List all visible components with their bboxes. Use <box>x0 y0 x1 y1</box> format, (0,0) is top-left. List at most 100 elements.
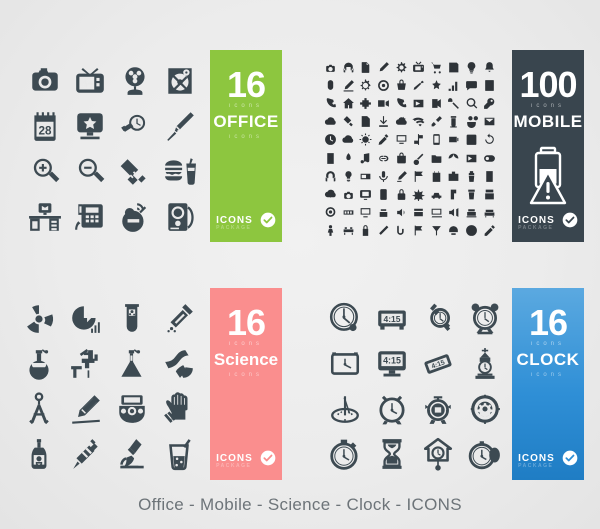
wristwatch-icon[interactable] <box>118 109 152 143</box>
gas-mask-icon[interactable] <box>115 392 149 426</box>
bag-icon[interactable] <box>395 152 408 165</box>
television-icon[interactable] <box>73 64 107 98</box>
photo-frame-icon[interactable] <box>412 97 425 110</box>
calculator-icon[interactable] <box>483 79 496 92</box>
shopping-cart-icon[interactable] <box>430 61 443 74</box>
phone-call-icon[interactable] <box>324 97 337 110</box>
bell-icon[interactable] <box>483 61 496 74</box>
tools-icon[interactable] <box>430 115 443 128</box>
leaf-icon[interactable] <box>447 152 460 165</box>
clipboard-icon[interactable] <box>430 170 443 183</box>
target-icon[interactable] <box>377 79 390 92</box>
link-icon[interactable] <box>377 152 390 165</box>
tablet-icon[interactable] <box>359 188 372 201</box>
wand-icon[interactable] <box>483 224 496 237</box>
lamp-icon[interactable] <box>342 170 355 183</box>
photo-icon[interactable] <box>465 152 478 165</box>
screen-icon[interactable] <box>395 133 408 146</box>
remote-icon[interactable] <box>377 188 390 201</box>
hourglass-icon[interactable] <box>375 437 409 471</box>
tilted-digital-clock-icon[interactable]: 4:15 <box>421 347 455 381</box>
flag-icon[interactable] <box>412 170 425 183</box>
cocktail-icon[interactable] <box>430 224 443 237</box>
compass-icon[interactable] <box>465 224 478 237</box>
marker-icon[interactable] <box>395 170 408 183</box>
safety-glove-icon[interactable] <box>162 391 196 426</box>
ruler-icon[interactable] <box>377 224 390 237</box>
burger-drink-icon[interactable] <box>163 155 197 189</box>
keyboard-icon[interactable] <box>342 206 355 219</box>
round-flask-icon[interactable] <box>22 347 56 381</box>
phone-icon[interactable] <box>395 97 408 110</box>
alarm-clock-icon[interactable] <box>375 392 409 426</box>
dna-magnet-icon[interactable] <box>162 347 196 381</box>
microscope-icon[interactable] <box>115 437 149 471</box>
cuckoo-clock-icon[interactable] <box>421 437 455 471</box>
megaphone-icon[interactable] <box>447 206 460 219</box>
refresh-icon[interactable] <box>483 133 496 146</box>
car-icon[interactable] <box>430 188 443 201</box>
office-desk-icon[interactable] <box>28 200 62 234</box>
erlenmeyer-flask-icon[interactable] <box>115 347 149 381</box>
stopwatch-icon[interactable] <box>328 437 362 471</box>
zoom-in-icon[interactable] <box>28 155 62 189</box>
music-note-icon[interactable] <box>359 152 372 165</box>
dropper-icon[interactable] <box>162 302 196 336</box>
chat-icon[interactable] <box>465 79 478 92</box>
book-icon[interactable] <box>359 115 372 128</box>
puzzle-icon[interactable] <box>359 97 372 110</box>
microphone-icon[interactable] <box>377 170 390 183</box>
flag2-icon[interactable] <box>412 224 425 237</box>
plant-icon[interactable] <box>342 152 355 165</box>
hand-icon[interactable] <box>447 97 460 110</box>
signpost-icon[interactable] <box>412 133 425 146</box>
laptop-icon[interactable] <box>359 206 372 219</box>
headset-icon[interactable] <box>324 170 337 183</box>
usb-icon[interactable] <box>342 115 355 128</box>
sd-card-icon[interactable] <box>483 170 496 183</box>
person-icon[interactable] <box>324 224 337 237</box>
sofa-icon[interactable] <box>465 206 478 219</box>
document-icon[interactable] <box>359 61 372 74</box>
brush-icon[interactable] <box>412 79 425 92</box>
battery2-icon[interactable] <box>483 188 496 201</box>
card-icon[interactable] <box>359 170 372 183</box>
photo-camera-icon[interactable] <box>28 64 62 98</box>
syringe-icon[interactable] <box>377 133 390 146</box>
speaker2-icon[interactable] <box>395 206 408 219</box>
pen-icon[interactable] <box>377 61 390 74</box>
printer-icon[interactable] <box>377 206 390 219</box>
video-icon[interactable] <box>377 97 390 110</box>
cog-icon[interactable] <box>359 79 372 92</box>
sundial-icon[interactable] <box>328 392 362 426</box>
image-icon[interactable] <box>430 206 443 219</box>
calendar-icon[interactable] <box>465 133 478 146</box>
test-tube-icon[interactable] <box>115 302 149 336</box>
pocket-watch-icon[interactable] <box>468 437 502 471</box>
monitor-star-icon[interactable] <box>73 109 107 143</box>
battery-icon[interactable] <box>447 133 460 146</box>
wristwatch-icon[interactable] <box>421 302 455 336</box>
radiation-icon[interactable] <box>22 302 56 336</box>
guitar-icon[interactable] <box>412 152 425 165</box>
binoculars-icon[interactable] <box>465 115 479 129</box>
tv-icon[interactable] <box>412 61 425 74</box>
switch-icon[interactable] <box>447 188 460 201</box>
fountain-pen-icon[interactable] <box>163 109 197 143</box>
download-icon[interactable] <box>377 115 390 128</box>
poison-bottle-icon[interactable] <box>22 437 56 471</box>
mail-icon[interactable] <box>483 115 496 128</box>
bench2-icon[interactable] <box>342 224 355 237</box>
lock2-icon[interactable] <box>359 224 372 237</box>
digital-clock-icon[interactable]: 4:15 <box>375 302 409 336</box>
gear2-icon[interactable] <box>324 206 337 219</box>
arrow-icon[interactable] <box>430 97 443 110</box>
zoom-out-icon[interactable] <box>73 155 107 189</box>
hand2-icon[interactable] <box>395 224 408 237</box>
star-burst-icon[interactable] <box>412 188 426 201</box>
usb-flash-drive-icon[interactable] <box>118 155 152 189</box>
basket-icon[interactable] <box>395 79 408 92</box>
desk-phone-icon[interactable] <box>73 200 107 234</box>
ringing-alarm-icon[interactable] <box>421 392 455 426</box>
sun-icon[interactable] <box>359 133 372 146</box>
